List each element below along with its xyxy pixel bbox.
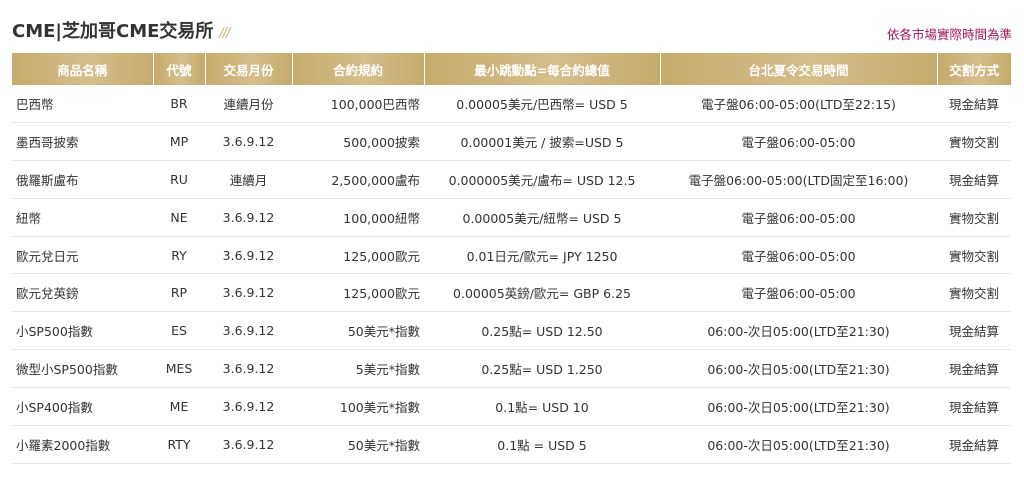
cell-contract-size: 100,000紐幣 (292, 198, 424, 237)
table-row: 歐元兌日元 RY 3.6.9.12 125,000歐元 0.01日元/歐元= J… (12, 236, 1011, 275)
cell-code: BR (153, 85, 205, 123)
cell-trading-hours: 電子盤06:00-05:00(LTD固定至16:00) (660, 160, 937, 199)
page-title-text: CME|芝加哥CME交易所 (12, 21, 214, 42)
title-decoration: /// (219, 26, 230, 41)
cell-code: MP (153, 122, 205, 161)
cell-contract-size: 125,000歐元 (292, 236, 424, 275)
cell-tick-value: 0.25點= USD 1.250 (424, 349, 660, 389)
cell-code: RU (153, 160, 205, 199)
cell-month: 3.6.9.12 (205, 425, 292, 464)
cell-code: RP (153, 273, 205, 313)
cell-contract-size: 100美元*指數 (292, 387, 424, 427)
cell-trading-hours: 電子盤06:00-05:00 (660, 273, 937, 313)
cell-month: 連續月 (205, 160, 292, 199)
table-header: 商品名稱 代號 交易月份 合約規約 最小跳動點=每合約總值 台北夏令交易時間 交… (12, 53, 1011, 85)
cell-tick-value: 0.000005美元/盧布= USD 12.5 (424, 160, 660, 199)
cell-settlement: 現金結算 (937, 311, 1011, 351)
cell-month: 3.6.9.12 (205, 273, 292, 313)
cell-name: 小SP400指數 (12, 387, 153, 427)
table-row: 紐幣 NE 3.6.9.12 100,000紐幣 0.00005美元/紐幣= U… (12, 198, 1011, 237)
cell-code: MES (153, 349, 205, 389)
cell-name: 小SP500指數 (12, 311, 153, 351)
cell-tick-value: 0.00005英鎊/歐元= GBP 6.25 (424, 273, 660, 313)
cell-tick-value: 0.25點= USD 12.50 (424, 311, 660, 351)
cell-name: 微型小SP500指數 (12, 349, 153, 389)
cell-trading-hours: 電子盤06:00-05:00 (660, 198, 937, 237)
cell-trading-hours: 06:00-次日05:00(LTD至21:30) (660, 425, 937, 464)
cell-month: 3.6.9.12 (205, 349, 292, 389)
table-row: 歐元兌英鎊 RP 3.6.9.12 125,000歐元 0.00005英鎊/歐元… (12, 273, 1011, 313)
page-title: CME|芝加哥CME交易所 /// (12, 18, 231, 48)
cell-tick-value: 0.00001美元 / 披索=USD 5 (424, 122, 660, 161)
timezone-note: 依各市場實際時間為準 (886, 27, 1012, 42)
cell-name: 紐幣 (12, 198, 153, 237)
cell-code: RY (153, 236, 205, 275)
cell-code: RTY (153, 425, 205, 464)
column-header-settlement: 交割方式 (937, 53, 1011, 85)
cell-trading-hours: 06:00-次日05:00(LTD至21:30) (660, 311, 937, 351)
cell-settlement: 實物交割 (937, 122, 1011, 161)
cell-settlement: 現金結算 (937, 349, 1011, 389)
cell-settlement: 現金結算 (937, 160, 1011, 199)
cell-name: 俄羅斯盧布 (12, 160, 153, 199)
table-body: 巴西幣 BR 連續月份 100,000巴西幣 0.00005美元/巴西幣= US… (12, 85, 1011, 464)
cell-name: 巴西幣 (12, 85, 153, 123)
column-header-trading-hours: 台北夏令交易時間 (660, 53, 938, 85)
cell-code: ME (153, 387, 205, 427)
table-header-row: 商品名稱 代號 交易月份 合約規約 最小跳動點=每合約總值 台北夏令交易時間 交… (12, 53, 1011, 85)
cell-month: 3.6.9.12 (205, 198, 292, 237)
cell-name: 歐元兌英鎊 (12, 273, 153, 313)
cell-settlement: 實物交割 (937, 273, 1011, 313)
cell-tick-value: 0.00005美元/巴西幣= USD 5 (424, 85, 660, 123)
cell-trading-hours: 電子盤06:00-05:00 (660, 236, 937, 275)
cell-tick-value: 0.00005美元/紐幣= USD 5 (424, 198, 660, 237)
cell-name: 歐元兌日元 (12, 236, 153, 275)
cell-settlement: 實物交割 (937, 198, 1011, 237)
table-row: 墨西哥披索 MP 3.6.9.12 500,000披索 0.00001美元 / … (12, 122, 1011, 161)
table-row: 小羅素2000指數 RTY 3.6.9.12 50美元*指數 0.1點 = US… (12, 425, 1011, 464)
column-header-name: 商品名稱 (12, 53, 154, 85)
cell-code: NE (153, 198, 205, 237)
cell-name: 墨西哥披索 (12, 122, 153, 161)
cell-settlement: 現金結算 (937, 425, 1011, 464)
cell-month: 3.6.9.12 (205, 122, 292, 161)
column-header-tick-value: 最小跳動點=每合約總值 (424, 53, 661, 85)
cell-contract-size: 50美元*指數 (292, 311, 424, 351)
column-header-contract-size: 合約規約 (292, 53, 425, 85)
cell-month: 3.6.9.12 (205, 311, 292, 351)
contract-spec-table: 商品名稱 代號 交易月份 合約規約 最小跳動點=每合約總值 台北夏令交易時間 交… (12, 53, 1011, 464)
cell-contract-size: 100,000巴西幣 (292, 85, 424, 123)
cell-trading-hours: 06:00-次日05:00(LTD至21:30) (660, 349, 937, 389)
cell-contract-size: 125,000歐元 (292, 273, 424, 313)
cell-tick-value: 0.1點 = USD 5 (424, 425, 660, 464)
table-row: 俄羅斯盧布 RU 連續月 2,500,000盧布 0.000005美元/盧布= … (12, 160, 1011, 199)
cell-tick-value: 0.01日元/歐元= JPY 1250 (424, 236, 660, 275)
cell-month: 3.6.9.12 (205, 387, 292, 427)
cell-name: 小羅素2000指數 (12, 425, 153, 464)
table-row: 小SP400指數 ME 3.6.9.12 100美元*指數 0.1點= USD … (12, 387, 1011, 427)
cell-contract-size: 500,000披索 (292, 122, 424, 161)
column-header-code: 代號 (153, 53, 206, 85)
column-header-month: 交易月份 (205, 53, 293, 85)
table-row: 巴西幣 BR 連續月份 100,000巴西幣 0.00005美元/巴西幣= US… (12, 85, 1011, 123)
table-row: 微型小SP500指數 MES 3.6.9.12 5美元*指數 0.25點= US… (12, 349, 1011, 389)
cell-contract-size: 50美元*指數 (292, 425, 424, 464)
cell-trading-hours: 電子盤06:00-05:00 (660, 122, 937, 161)
cell-settlement: 現金結算 (937, 85, 1011, 123)
cell-settlement: 現金結算 (937, 387, 1011, 427)
cell-trading-hours: 06:00-次日05:00(LTD至21:30) (660, 387, 937, 427)
cell-contract-size: 2,500,000盧布 (292, 160, 424, 199)
cell-settlement: 實物交割 (937, 236, 1011, 275)
cell-month: 3.6.9.12 (205, 236, 292, 275)
cell-tick-value: 0.1點= USD 10 (424, 387, 660, 427)
cell-trading-hours: 電子盤06:00-05:00(LTD至22:15) (660, 85, 937, 123)
cell-contract-size: 5美元*指數 (292, 349, 424, 389)
cell-code: ES (153, 311, 205, 351)
table-row: 小SP500指數 ES 3.6.9.12 50美元*指數 0.25點= USD … (12, 311, 1011, 351)
page-header: CME|芝加哥CME交易所 /// 依各市場實際時間為準 (12, 18, 1012, 48)
cell-month: 連續月份 (205, 85, 292, 123)
